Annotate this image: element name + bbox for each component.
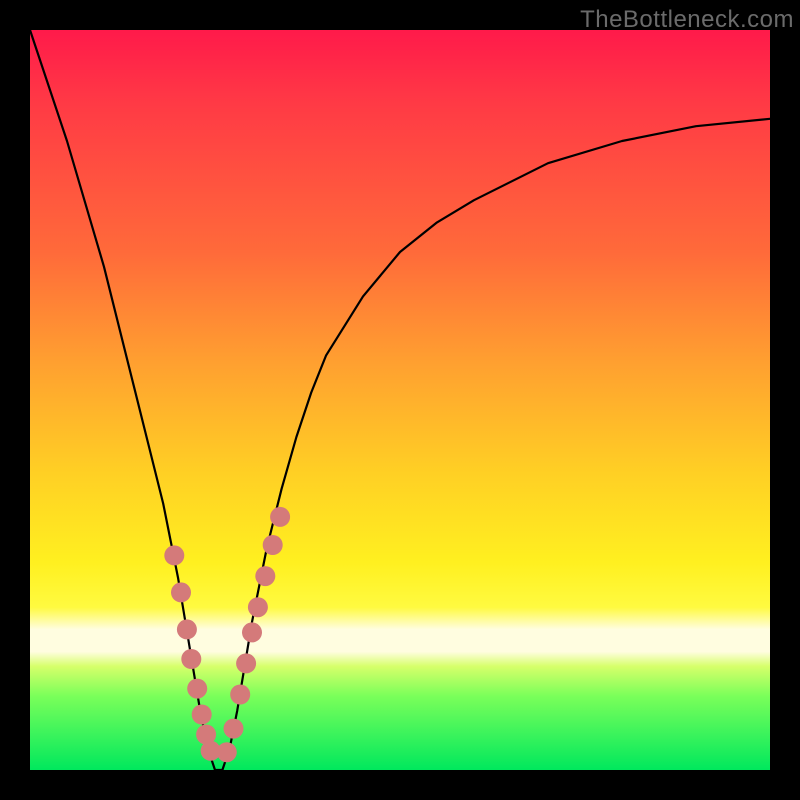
bead-marker [230, 685, 250, 705]
bead-marker [263, 535, 283, 555]
plot-area [30, 30, 770, 770]
chart-frame: TheBottleneck.com [0, 0, 800, 800]
marker-beads [164, 507, 290, 762]
bottleneck-curve [30, 30, 770, 770]
curve-svg [30, 30, 770, 770]
bead-marker [248, 597, 268, 617]
bead-marker [177, 619, 197, 639]
bead-marker [192, 705, 212, 725]
bead-marker [181, 649, 201, 669]
bead-marker [171, 582, 191, 602]
bead-marker [236, 653, 256, 673]
bead-marker [255, 566, 275, 586]
bead-marker [224, 719, 244, 739]
bead-marker [217, 742, 237, 762]
bead-marker [242, 622, 262, 642]
bead-marker [270, 507, 290, 527]
bead-marker [164, 545, 184, 565]
bead-marker [187, 679, 207, 699]
